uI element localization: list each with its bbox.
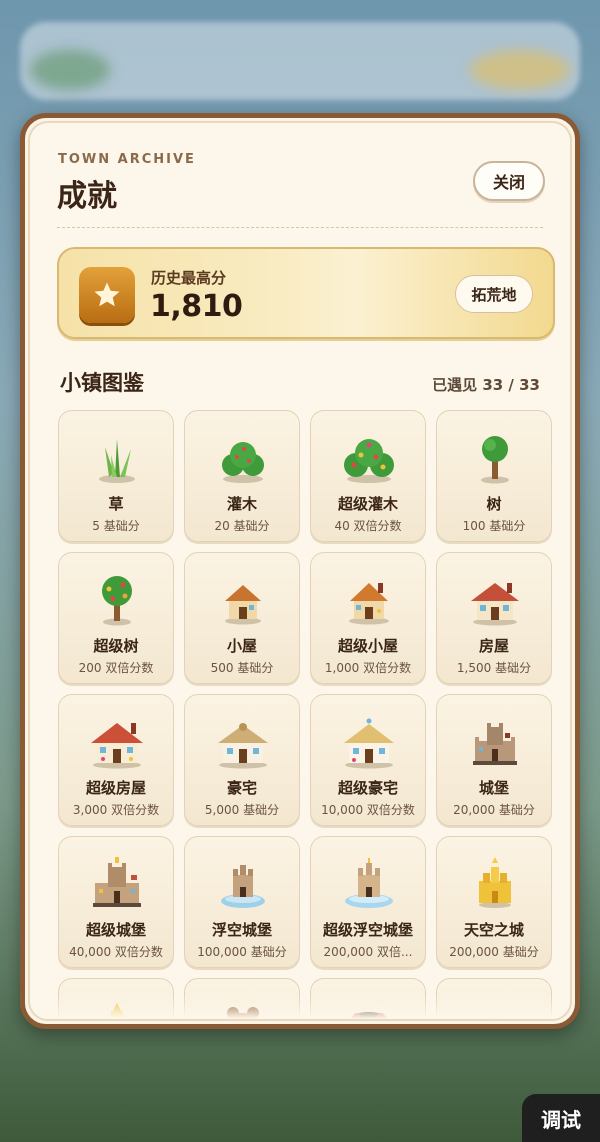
item-points: 40,000 双倍分数	[69, 945, 163, 959]
grass-icon	[87, 427, 147, 487]
collection-tile[interactable]: 超级城堡 40,000 双倍分数	[58, 836, 174, 968]
background-blob	[30, 50, 110, 90]
collection-grid: 草 5 基础分 灌木 20 基础分 超级灌木 40 双倍分数 树 100 基础分…	[58, 410, 552, 1019]
hut-icon	[213, 569, 273, 629]
item-name: 城堡	[478, 779, 509, 797]
collection-tile[interactable]: 超级小屋 1,000 双倍分数	[310, 552, 426, 684]
modal-title: 成就	[57, 179, 117, 214]
collection-tile[interactable]: 小屋 500 基础分	[184, 552, 300, 684]
collection-tile[interactable]: 浮空城堡 100,000 基础分	[184, 836, 300, 968]
collection-title: 小镇图鉴	[60, 371, 144, 395]
high-score-card: 历史最高分 1,810 拓荒地	[57, 247, 555, 339]
super-floating-castle-icon	[339, 853, 399, 913]
high-score-value: 1,810	[150, 289, 243, 324]
item-points: 1,500 基础分	[456, 661, 532, 675]
mansion-icon	[213, 711, 273, 771]
item-points: 1,000 双倍分数	[324, 661, 412, 675]
debug-button[interactable]: 调试	[522, 1094, 600, 1142]
achievements-modal: TOWN ARCHIVE 成就 关闭 历史最高分 1,810 拓荒地 小镇图鉴 …	[20, 113, 580, 1029]
floating-castle-icon	[213, 853, 273, 913]
modal-eyebrow: TOWN ARCHIVE	[58, 152, 196, 167]
item-name: 超级豪宅	[337, 779, 398, 797]
scroll-fade	[30, 995, 570, 1019]
pioneer-button[interactable]: 拓荒地	[455, 275, 533, 313]
high-score-label: 历史最高分	[151, 269, 227, 287]
collection-tile[interactable]: 超级豪宅 10,000 双倍分数	[310, 694, 426, 826]
collection-count: 已遇见 33 / 33	[432, 376, 540, 394]
modal-panel: TOWN ARCHIVE 成就 关闭 历史最高分 1,810 拓荒地 小镇图鉴 …	[28, 121, 572, 1021]
super-tree-icon	[87, 569, 147, 629]
star-icon	[79, 267, 135, 323]
divider	[57, 227, 543, 228]
item-name: 超级浮空城堡	[322, 921, 413, 939]
item-name: 超级城堡	[85, 921, 146, 939]
item-points: 100,000 基础分	[197, 945, 287, 959]
super-house-icon	[87, 711, 147, 771]
super-hut-icon	[339, 569, 399, 629]
super-mansion-icon	[339, 711, 399, 771]
super-castle-icon	[87, 853, 147, 913]
house-icon	[465, 569, 525, 629]
item-name: 灌木	[226, 495, 257, 513]
close-button[interactable]: 关闭	[473, 161, 545, 201]
collection-tile[interactable]: 超级灌木 40 双倍分数	[310, 410, 426, 542]
item-name: 房屋	[478, 637, 509, 655]
collection-tile[interactable]: 超级树 200 双倍分数	[58, 552, 174, 684]
sky-city-icon	[465, 853, 525, 913]
item-name: 豪宅	[226, 779, 257, 797]
item-name: 超级房屋	[85, 779, 146, 797]
collection-tile[interactable]: 树 100 基础分	[436, 410, 552, 542]
item-name: 超级小屋	[337, 637, 398, 655]
item-points: 10,000 双倍分数	[321, 803, 415, 817]
collection-tile[interactable]: 草 5 基础分	[58, 410, 174, 542]
item-name: 小屋	[226, 637, 257, 655]
item-points: 500 基础分	[210, 661, 274, 675]
item-points: 5,000 基础分	[204, 803, 280, 817]
collection-tile[interactable]: 天空之城 200,000 基础分	[436, 836, 552, 968]
collection-tile[interactable]: 城堡 20,000 基础分	[436, 694, 552, 826]
super-bush-icon	[339, 427, 399, 487]
item-points: 100 基础分	[462, 519, 526, 533]
collection-tile[interactable]: 超级浮空城堡 200,000 双倍...	[310, 836, 426, 968]
castle-icon	[465, 711, 525, 771]
collection-tile[interactable]: 超级房屋 3,000 双倍分数	[58, 694, 174, 826]
tree-icon	[465, 427, 525, 487]
collection-tile[interactable]: 房屋 1,500 基础分	[436, 552, 552, 684]
item-name: 超级灌木	[337, 495, 398, 513]
item-name: 树	[486, 495, 502, 513]
item-points: 20,000 基础分	[453, 803, 535, 817]
item-points: 20 基础分	[214, 519, 270, 533]
background-blob	[470, 50, 570, 90]
item-name: 浮空城堡	[211, 921, 272, 939]
item-points: 5 基础分	[92, 519, 140, 533]
item-points: 3,000 双倍分数	[72, 803, 160, 817]
item-name: 天空之城	[463, 921, 524, 939]
collection-tile[interactable]: 灌木 20 基础分	[184, 410, 300, 542]
item-points: 40 双倍分数	[334, 519, 402, 533]
item-points: 200,000 基础分	[449, 945, 539, 959]
bush-icon	[213, 427, 273, 487]
item-name: 超级树	[93, 637, 139, 655]
item-name: 草	[108, 495, 124, 513]
item-points: 200,000 双倍...	[323, 945, 413, 959]
item-points: 200 双倍分数	[78, 661, 154, 675]
collection-tile[interactable]: 豪宅 5,000 基础分	[184, 694, 300, 826]
